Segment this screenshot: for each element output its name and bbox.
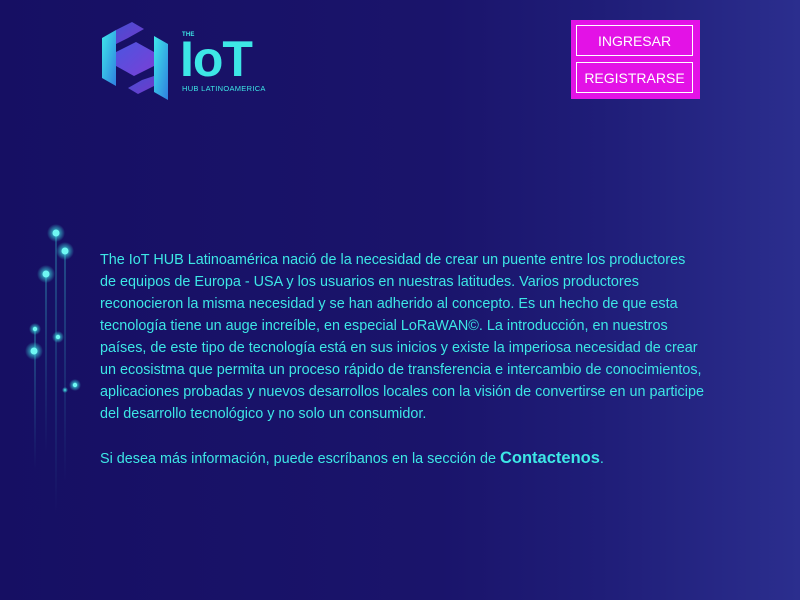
register-button[interactable]: REGISTRARSE (576, 62, 693, 93)
logo-subtitle: HUB LATINOAMERICA (182, 84, 266, 93)
logo-wordmark: IoT (180, 31, 253, 87)
login-button[interactable]: INGRESAR (576, 25, 693, 56)
contact-prefix: Si desea más información, puede escríban… (100, 451, 500, 467)
iot-hub-logo-icon (102, 22, 168, 100)
contact-suffix: . (599, 451, 604, 467)
auth-button-group: INGRESAR REGISTRARSE (571, 20, 700, 99)
about-paragraph: The IoT HUB Latinoamérica nació de la ne… (100, 252, 704, 422)
contact-paragraph: Si desea más información, puede escríban… (100, 447, 705, 470)
glowing-dots-decoration (25, 224, 81, 514)
about-section: The IoT HUB Latinoamérica nació de la ne… (100, 249, 705, 470)
contact-link[interactable]: Contactenos (500, 449, 600, 467)
site-logo[interactable]: THE IoT HUB LATINOAMERICA (98, 20, 278, 102)
